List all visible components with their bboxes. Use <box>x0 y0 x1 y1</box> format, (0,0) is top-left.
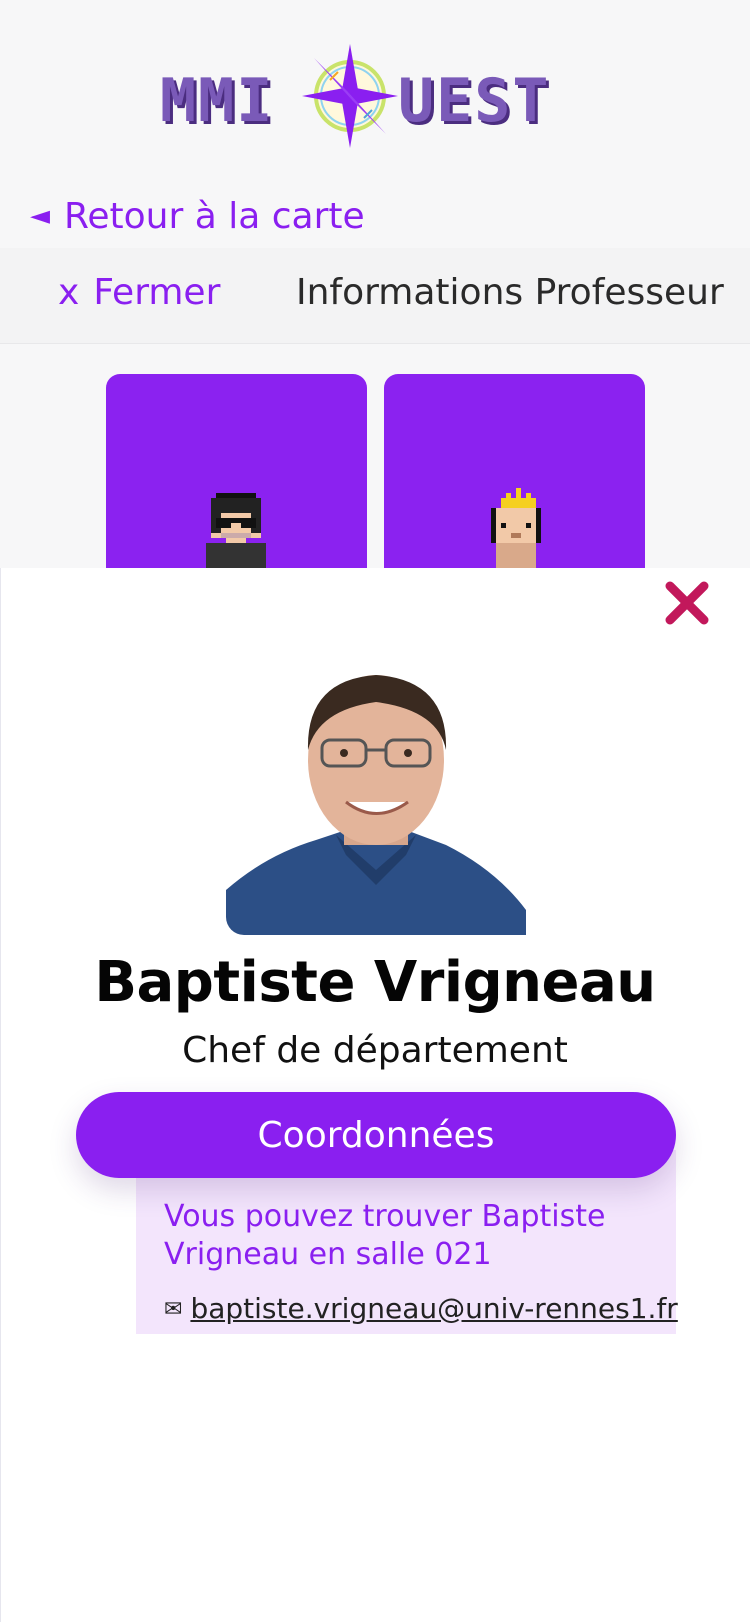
coordinates-button[interactable]: Coordonnées <box>76 1092 676 1178</box>
logo-text-left: MMI <box>160 66 275 136</box>
back-arrow-icon: ◄ <box>30 201 50 231</box>
back-label: Retour à la carte <box>64 196 365 237</box>
close-label: Fermer <box>93 272 221 313</box>
close-x-glyph: x <box>58 272 80 313</box>
professor-card[interactable] <box>106 374 367 574</box>
close-icon[interactable] <box>662 578 712 628</box>
pixel-avatar-glasses-icon <box>206 493 266 568</box>
location-text: Vous pouvez trouver Baptiste Vrigneau en… <box>164 1199 606 1272</box>
info-title: Informations Professeur <box>296 272 724 313</box>
professor-photo <box>226 640 526 935</box>
professor-role: Chef de département <box>182 1030 568 1071</box>
compass-icon <box>302 44 398 148</box>
back-to-map-link[interactable]: ◄ Retour à la carte <box>30 196 365 237</box>
pixel-avatar-bald-crown-icon <box>491 488 541 568</box>
envelope-icon: ✉ <box>164 1297 183 1322</box>
close-info-button[interactable]: x Fermer <box>58 272 220 313</box>
top-header: MMI UEST ◄ Retour à la carte <box>0 0 750 248</box>
mmi-quest-logo: MMI UEST <box>160 40 570 155</box>
professor-name: Baptiste Vrigneau <box>94 950 656 1015</box>
professor-card[interactable] <box>384 374 645 574</box>
email-link[interactable]: baptiste.vrigneau@univ-rennes1.fr <box>190 1292 677 1325</box>
professor-portrait-image <box>226 640 526 935</box>
logo-text-right: UEST <box>398 66 551 136</box>
email-row: ✉ baptiste.vrigneau@univ-rennes1.fr <box>164 1292 678 1325</box>
